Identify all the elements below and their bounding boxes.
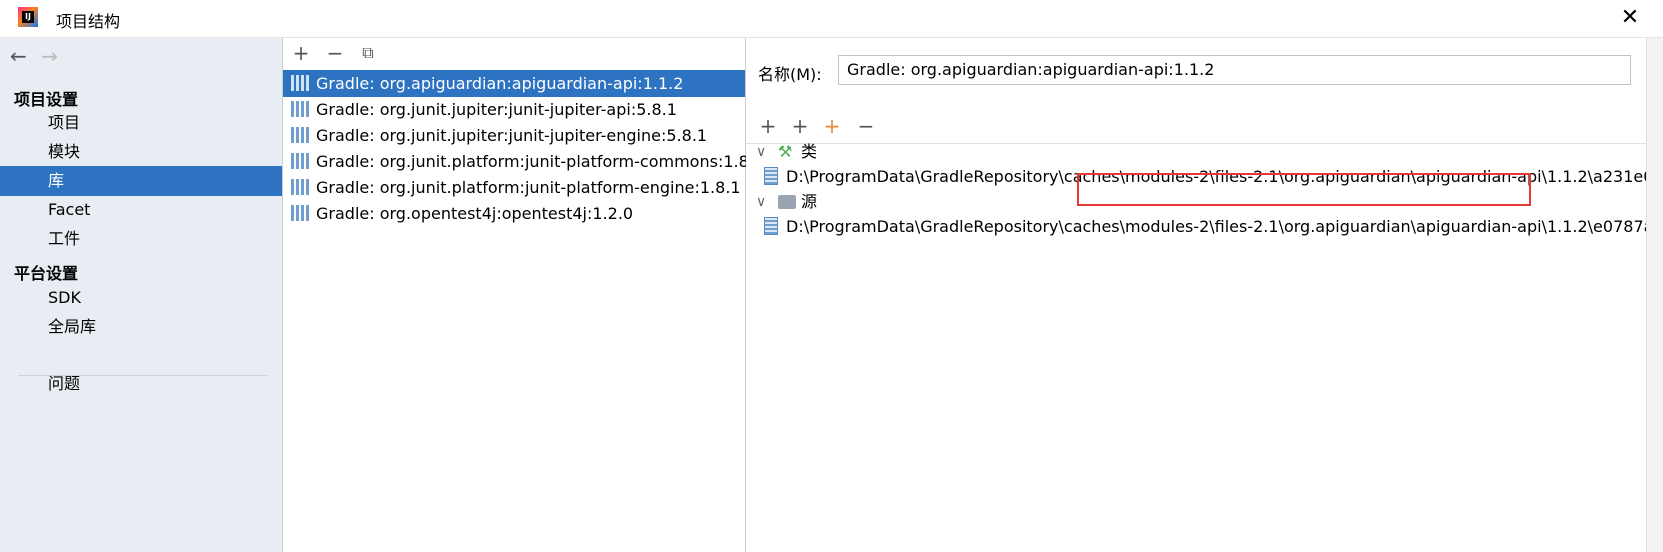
folder-icon bbox=[778, 195, 796, 209]
nav-item-sdk[interactable]: SDK bbox=[0, 283, 282, 313]
library-icon bbox=[291, 101, 309, 117]
sources-path: D:\ProgramData\GradleRepository\caches\m… bbox=[786, 217, 1654, 236]
logo-text: IJ bbox=[22, 11, 34, 23]
nav-item-artifacts[interactable]: 工件 bbox=[0, 224, 282, 254]
sources-label: 源 bbox=[801, 192, 818, 211]
library-row[interactable]: Gradle: org.opentest4j:opentest4j:1.2.0 bbox=[283, 200, 745, 227]
library-toolbar: + − ⧉ bbox=[283, 38, 745, 68]
nav-item-facet[interactable]: Facet bbox=[0, 195, 282, 225]
library-icon bbox=[291, 205, 309, 221]
nav-item-libraries[interactable]: 库 bbox=[0, 166, 282, 196]
remove-root-button[interactable]: − bbox=[854, 114, 878, 138]
nav-arrows: ← → bbox=[10, 44, 67, 68]
library-row[interactable]: Gradle: org.junit.jupiter:junit-jupiter-… bbox=[283, 122, 745, 149]
platform-settings-heading: 平台设置 bbox=[14, 264, 79, 283]
library-list-panel: + − ⧉ Gradle: org.apiguardian:apiguardia… bbox=[283, 38, 764, 552]
library-row[interactable]: Gradle: org.junit.platform:junit-platfor… bbox=[283, 174, 745, 201]
intellij-logo-icon: IJ bbox=[18, 7, 38, 27]
close-button[interactable]: ✕ bbox=[1615, 3, 1645, 33]
library-row[interactable]: Gradle: org.junit.platform:junit-platfor… bbox=[283, 148, 764, 175]
window-title: 项目结构 bbox=[56, 12, 121, 31]
library-name: Gradle: org.junit.jupiter:junit-jupiter-… bbox=[316, 126, 708, 145]
remove-library-button[interactable]: − bbox=[323, 41, 347, 65]
chevron-down-icon[interactable]: ∨ bbox=[756, 139, 772, 165]
classes-path: D:\ProgramData\GradleRepository\caches\m… bbox=[786, 167, 1654, 186]
library-name: Gradle: org.junit.platform:junit-platfor… bbox=[316, 152, 765, 171]
library-row[interactable]: Gradle: org.junit.jupiter:junit-jupiter-… bbox=[283, 96, 745, 123]
nav-item-problems[interactable]: 问题 bbox=[0, 369, 282, 399]
copy-library-button[interactable]: ⧉ bbox=[356, 41, 380, 65]
library-name: Gradle: org.opentest4j:opentest4j:1.2.0 bbox=[316, 204, 634, 223]
attach-sources-button[interactable]: + bbox=[820, 114, 844, 138]
library-icon bbox=[291, 153, 309, 169]
title-bar: IJ 项目结构 ✕ bbox=[0, 0, 1663, 38]
add-root-button[interactable]: + bbox=[756, 114, 780, 138]
tree-node-sources-path[interactable]: D:\ProgramData\GradleRepository\caches\m… bbox=[764, 214, 1653, 240]
project-settings-heading: 项目设置 bbox=[14, 90, 79, 109]
left-navigation-panel: ← → 项目设置 项目 模块 库 Facet 工件 平台设置 SDK 全局库 问… bbox=[0, 38, 283, 552]
attach-classes-button[interactable]: + bbox=[788, 114, 812, 138]
library-name: Gradle: org.junit.platform:junit-platfor… bbox=[316, 178, 741, 197]
library-icon bbox=[291, 179, 309, 195]
library-details-panel: 名称(M): Gradle: org.apiguardian:apiguardi… bbox=[746, 38, 1653, 552]
library-icon bbox=[291, 127, 309, 143]
chevron-down-icon[interactable]: ∨ bbox=[756, 189, 772, 215]
jar-icon bbox=[764, 167, 778, 185]
vertical-scrollbar[interactable] bbox=[1646, 38, 1663, 552]
jar-icon bbox=[764, 217, 778, 235]
library-name: Gradle: org.junit.jupiter:junit-jupiter-… bbox=[316, 100, 677, 119]
library-name: Gradle: org.apiguardian:apiguardian-api:… bbox=[316, 74, 684, 93]
forward-arrow-icon[interactable]: → bbox=[41, 44, 67, 68]
back-arrow-icon[interactable]: ← bbox=[10, 44, 36, 68]
name-label: 名称(M): bbox=[758, 65, 822, 84]
nav-item-project[interactable]: 项目 bbox=[0, 108, 282, 138]
nav-item-global-libraries[interactable]: 全局库 bbox=[0, 312, 282, 342]
tree-node-classes-path[interactable]: D:\ProgramData\GradleRepository\caches\m… bbox=[764, 164, 1653, 190]
add-library-button[interactable]: + bbox=[289, 41, 313, 65]
library-icon bbox=[291, 75, 309, 91]
roots-toolbar: + + + − bbox=[746, 111, 1646, 144]
nav-item-modules[interactable]: 模块 bbox=[0, 137, 282, 167]
classes-label: 类 bbox=[801, 142, 818, 161]
library-row[interactable]: Gradle: org.apiguardian:apiguardian-api:… bbox=[283, 70, 745, 97]
library-name-field[interactable]: Gradle: org.apiguardian:apiguardian-api:… bbox=[838, 55, 1631, 85]
hammer-icon: ⚒ bbox=[778, 142, 793, 161]
